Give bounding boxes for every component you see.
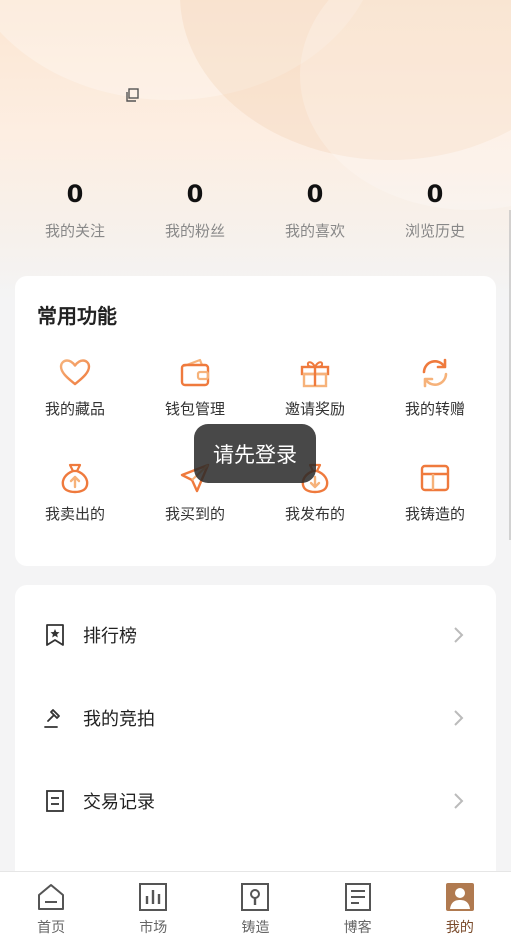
func-label: 我的转赠 xyxy=(404,400,465,418)
mint-icon xyxy=(241,883,270,911)
menu-ranking[interactable]: 排行榜 xyxy=(15,605,496,665)
tab-mint[interactable]: 铸造 xyxy=(204,872,306,941)
chevron-right-icon xyxy=(454,627,464,643)
section-title: 常用功能 xyxy=(37,304,117,328)
func-label: 我买到的 xyxy=(164,505,225,523)
record-icon xyxy=(46,790,64,812)
tab-home[interactable]: 首页 xyxy=(0,872,102,941)
stat-likes[interactable]: 0 我的喜欢 xyxy=(255,178,375,241)
ranking-icon xyxy=(46,624,64,646)
func-label: 我的藏品 xyxy=(44,400,105,418)
func-label: 邀请奖励 xyxy=(284,400,345,418)
common-functions-card: 常用功能 我的藏品 钱包管理 邀请奖励 我的转赠 我卖出的 我买到的 我发布的 … xyxy=(15,276,496,566)
tab-market[interactable]: 市场 xyxy=(102,872,204,941)
gift-icon xyxy=(300,361,330,388)
sold-bag-icon xyxy=(61,463,89,494)
stat-value: 0 xyxy=(426,180,444,208)
func-wallet[interactable]: 钱包管理 xyxy=(135,356,255,419)
menu-card: 排行榜 我的竞拍 交易记录 xyxy=(15,585,496,885)
menu-label: 排行榜 xyxy=(83,626,137,647)
stat-following[interactable]: 0 我的关注 xyxy=(15,178,135,241)
profile-icon xyxy=(445,883,474,911)
wallet-icon xyxy=(180,358,210,387)
func-my-collection[interactable]: 我的藏品 xyxy=(15,356,135,419)
stat-fans[interactable]: 0 我的粉丝 xyxy=(135,178,255,241)
menu-transaction-records[interactable]: 交易记录 xyxy=(15,771,496,831)
func-sold[interactable]: 我卖出的 xyxy=(15,461,135,524)
profile-header: 0 我的关注 0 我的粉丝 0 我的喜欢 0 浏览历史 xyxy=(0,0,511,300)
stat-history[interactable]: 0 浏览历史 xyxy=(375,178,495,241)
stats-row: 0 我的关注 0 我的粉丝 0 我的喜欢 0 浏览历史 xyxy=(0,178,511,241)
menu-label: 交易记录 xyxy=(83,792,155,813)
copy-icon[interactable] xyxy=(124,87,140,103)
layout-icon xyxy=(420,464,450,492)
tab-profile[interactable]: 我的 xyxy=(409,872,511,941)
tab-label: 市场 xyxy=(139,920,168,936)
tab-blog[interactable]: 博客 xyxy=(307,872,409,941)
stat-label: 我的喜欢 xyxy=(284,222,345,240)
bottom-tab-bar: 首页 市场 铸造 博客 我的 xyxy=(0,871,511,941)
blog-icon xyxy=(344,883,371,911)
func-my-transfer[interactable]: 我的转赠 xyxy=(375,356,495,419)
menu-label: 我的竞拍 xyxy=(83,709,155,730)
market-icon xyxy=(139,883,168,911)
func-minted[interactable]: 我铸造的 xyxy=(375,461,495,524)
stat-label: 浏览历史 xyxy=(404,222,465,240)
transfer-icon xyxy=(422,358,448,388)
chevron-right-icon xyxy=(454,793,464,809)
stat-label: 我的粉丝 xyxy=(164,222,225,240)
stat-value: 0 xyxy=(66,180,84,208)
func-label: 我铸造的 xyxy=(404,505,465,523)
login-toast: 请先登录 xyxy=(194,424,316,483)
stat-value: 0 xyxy=(306,180,324,208)
func-label: 钱包管理 xyxy=(164,400,225,418)
func-invite-reward[interactable]: 邀请奖励 xyxy=(255,356,375,419)
heart-icon xyxy=(59,359,91,386)
tab-label: 首页 xyxy=(37,920,66,936)
tab-label: 我的 xyxy=(445,920,474,936)
home-icon xyxy=(38,884,65,910)
func-label: 我发布的 xyxy=(284,505,345,523)
tab-label: 博客 xyxy=(343,920,372,936)
stat-label: 我的关注 xyxy=(44,222,105,240)
tab-label: 铸造 xyxy=(241,920,270,936)
stat-value: 0 xyxy=(186,180,204,208)
auction-icon xyxy=(44,709,60,728)
func-label: 我卖出的 xyxy=(44,505,105,523)
chevron-right-icon xyxy=(454,710,464,726)
menu-auction[interactable]: 我的竞拍 xyxy=(15,688,496,748)
